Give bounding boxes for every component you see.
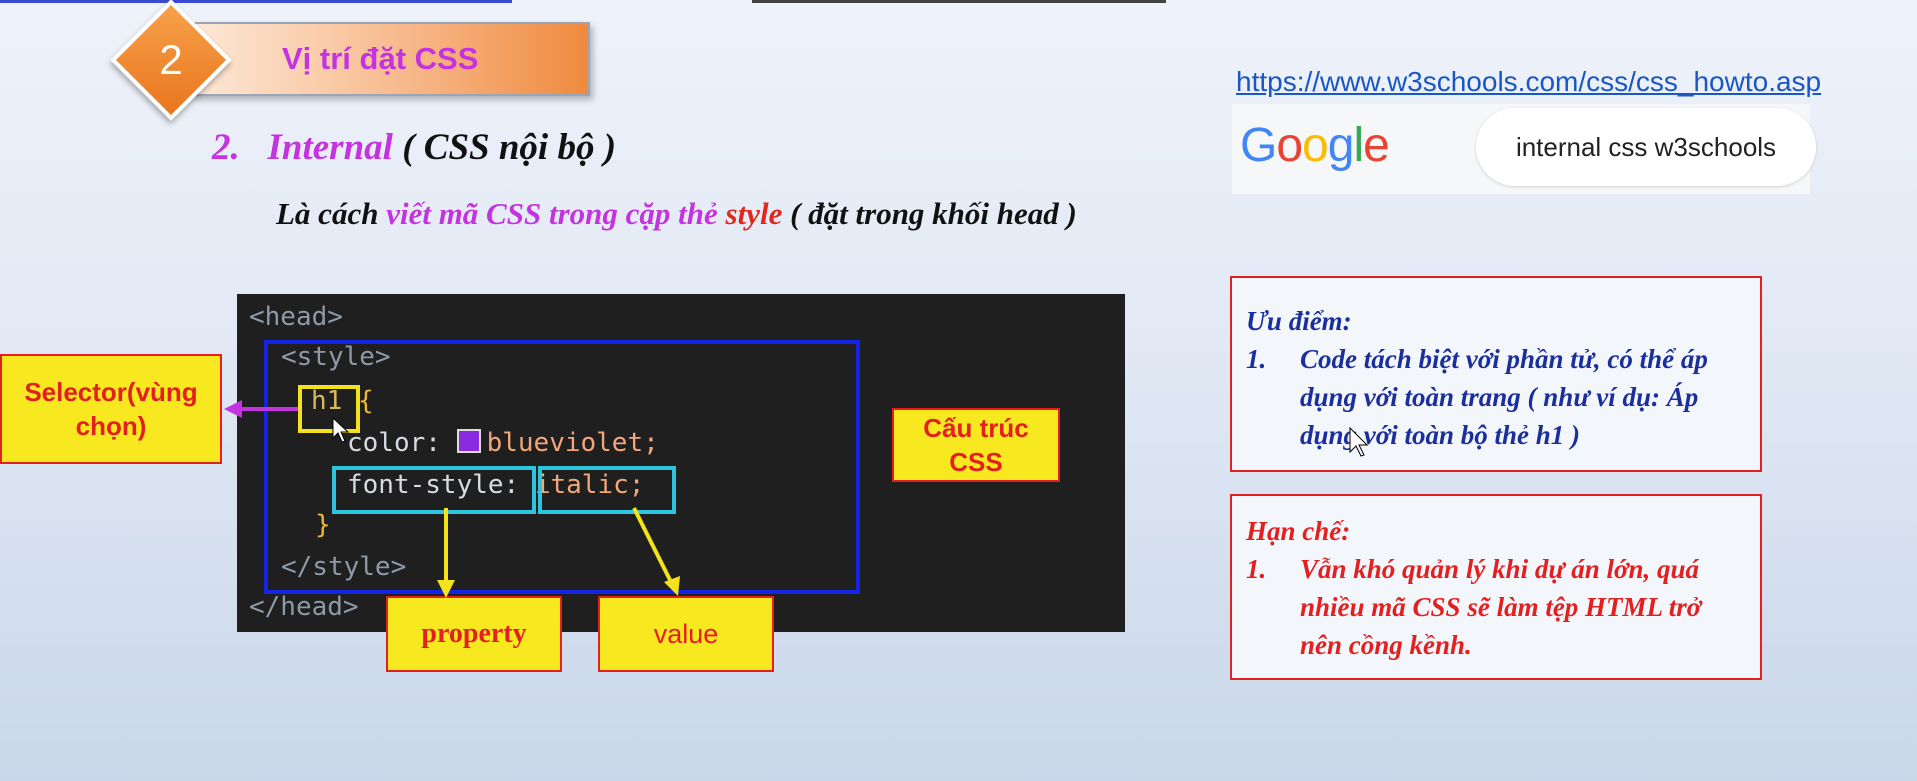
selector-highlight xyxy=(298,385,360,433)
pros-item: 1. Code tách biệt với phần tử, có thể áp… xyxy=(1246,340,1746,454)
section-title: Vị trí đặt CSS xyxy=(282,41,479,76)
w3schools-link[interactable]: https://www.w3schools.com/css/css_howto.… xyxy=(1236,66,1821,98)
code-head-open: <head> xyxy=(249,302,343,332)
cons-item: 1. Vẫn khó quản lý khi dự án lớn, quá nh… xyxy=(1246,550,1746,664)
google-search-input[interactable]: internal css w3schools xyxy=(1476,108,1816,186)
cons-item-number: 1. xyxy=(1246,554,1267,584)
pros-title: Ưu điểm: xyxy=(1246,306,1352,336)
structure-label: Cấu trúc CSS xyxy=(892,408,1060,482)
top-divider-blue xyxy=(0,0,512,3)
cons-title: Hạn chế: xyxy=(1246,516,1351,546)
google-logo: Google xyxy=(1240,119,1390,172)
cons-item-text: Vẫn khó quản lý khi dự án lớn, quá nhiều… xyxy=(1300,554,1702,660)
desc-suffix: ( đặt trong khối head ) xyxy=(782,196,1077,231)
property-highlight xyxy=(332,466,536,514)
subsection-heading: 2. Internal ( CSS nội bộ ) xyxy=(212,126,616,169)
code-head-close: </head> xyxy=(249,592,359,622)
heading-number: 2. xyxy=(212,127,240,168)
pros-box: Ưu điểm: 1. Code tách biệt với phần tử, … xyxy=(1230,276,1762,472)
desc-highlight: viết mã CSS trong cặp thẻ xyxy=(386,196,726,231)
value-highlight xyxy=(538,466,676,514)
value-label: value xyxy=(598,596,774,672)
heading-paren: ( CSS nội bộ ) xyxy=(402,127,617,168)
pros-item-number: 1. xyxy=(1246,344,1267,374)
property-label: property xyxy=(386,596,562,672)
section-number: 2 xyxy=(159,36,183,83)
cons-box: Hạn chế: 1. Vẫn khó quản lý khi dự án lớ… xyxy=(1230,494,1762,680)
section-title-ribbon: Vị trí đặt CSS xyxy=(190,22,590,96)
desc-style-word: style xyxy=(725,196,783,231)
heading-term: Internal xyxy=(267,127,393,168)
pros-item-text: Code tách biệt với phần tử, có thể áp dụ… xyxy=(1300,344,1708,450)
description-line: Là cách viết mã CSS trong cặp thẻ style … xyxy=(276,196,1077,232)
top-divider-gray xyxy=(752,0,1166,3)
desc-prefix: Là cách xyxy=(276,196,387,231)
selector-label: Selector(vùng chọn) xyxy=(0,354,222,464)
